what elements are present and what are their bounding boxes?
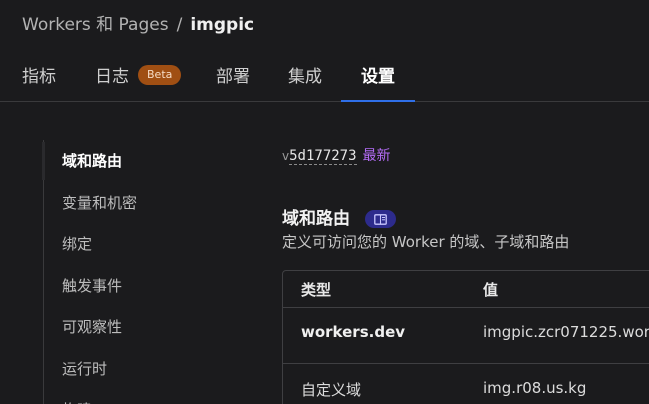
beta-badge: Beta [138,64,182,85]
version-indicator: v5d177273 最新 [282,145,391,165]
tab-logs-label: 日志 [95,67,129,87]
breadcrumb-separator: / [176,15,183,35]
section-title-row: 域和路由 [282,204,396,229]
latest-label: 最新 [362,148,391,164]
sidebar-item-runtime[interactable]: 运行时 [62,358,107,379]
sidebar-item-bindings[interactable]: 绑定 [62,233,92,254]
tab-settings[interactable]: 设置 [361,48,395,101]
active-tab-indicator [341,100,415,102]
sidebar-item-domains-routes[interactable]: 域和路由 [62,150,122,171]
tab-integrations[interactable]: 集成 [288,48,322,101]
route-value[interactable]: imgpic.zcr071225.workers.dev [483,323,649,341]
sidebar-item-observability[interactable]: 可观察性 [62,316,122,337]
domains-routes-table: 类型 值 workers.dev imgpic.zcr071225.worker… [282,270,649,404]
section-description: 定义可访问您的 Worker 的域、子域和路由 [282,233,570,251]
version-hash[interactable]: 5d177273 [289,148,357,165]
breadcrumb: Workers 和 Pages / imgpic [22,14,254,36]
table-row[interactable]: 自定义域 img.r08.us.kg [283,364,649,404]
sidebar-active-indicator [42,142,45,180]
tab-logs[interactable]: 日志 Beta [95,48,182,101]
sidebar-item-variables-secrets[interactable]: 变量和机密 [62,192,137,213]
section-title: 域和路由 [282,209,350,229]
route-type: workers.dev [301,323,406,341]
tab-deployments[interactable]: 部署 [216,48,250,101]
tab-bar: 指标 日志 Beta 部署 集成 设置 [0,48,649,102]
table-header-row: 类型 值 [283,271,649,308]
table-row[interactable]: workers.dev imgpic.zcr071225.workers.dev [283,308,649,364]
breadcrumb-current: imgpic [190,15,255,35]
column-header-value: 值 [483,281,499,299]
sidebar-item-build[interactable]: 构建 [62,399,92,404]
column-header-type: 类型 [301,281,332,299]
tab-metrics[interactable]: 指标 [22,48,56,101]
breadcrumb-parent-link[interactable]: Workers 和 Pages [22,15,169,35]
sidebar-item-triggers[interactable]: 触发事件 [62,275,122,296]
route-value[interactable]: img.r08.us.kg [483,379,586,397]
book-icon[interactable] [364,210,396,228]
route-type: 自定义域 [301,381,362,399]
settings-sidebar: 域和路由 变量和机密 绑定 触发事件 可观察性 运行时 构建 [42,140,223,404]
